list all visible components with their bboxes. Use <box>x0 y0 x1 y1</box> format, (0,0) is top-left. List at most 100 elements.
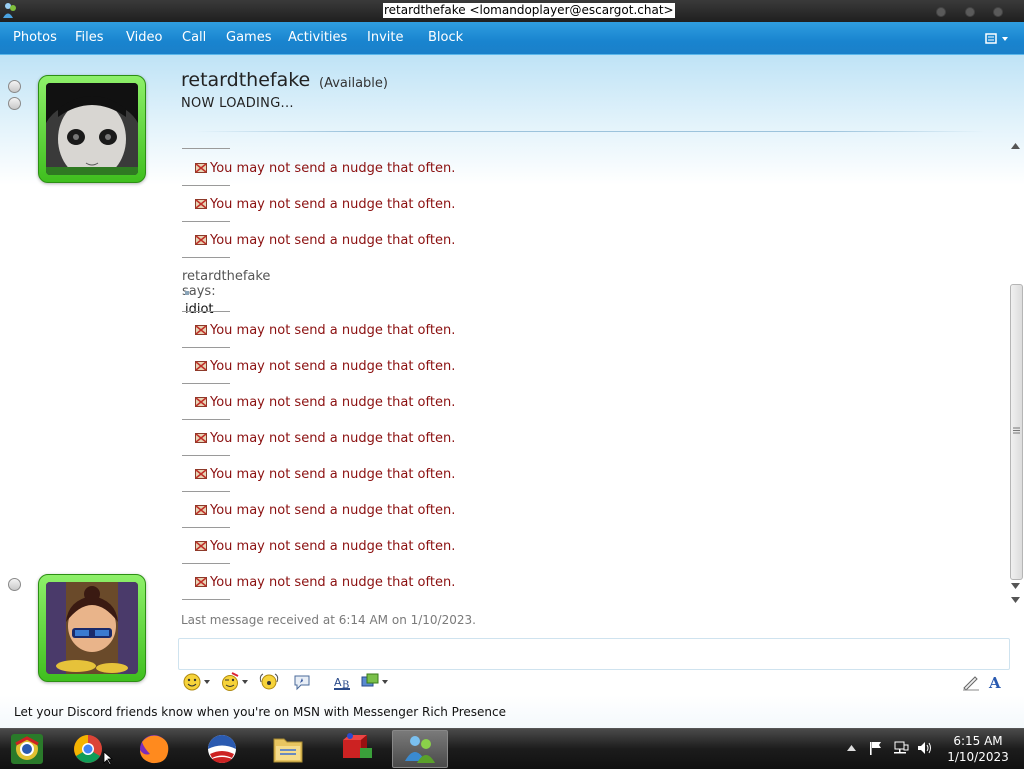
menu-activities[interactable]: Activities <box>288 30 347 46</box>
taskbar-explorer[interactable] <box>260 730 316 768</box>
nudge-notice: You may not send a nudge that often. <box>195 196 455 214</box>
minimize-button[interactable] <box>936 7 946 17</box>
nudge-text: You may not send a nudge that often. <box>210 359 456 374</box>
contact-avatar-frame[interactable] <box>38 75 146 183</box>
contact-personal-message: NOW LOADING... <box>181 96 294 111</box>
taskbar-messenger[interactable] <box>392 730 448 768</box>
taskbar-firefox[interactable] <box>126 730 182 768</box>
obama-icon <box>208 735 236 763</box>
menu-call[interactable]: Call <box>182 30 206 46</box>
svg-text:A: A <box>988 674 1001 692</box>
font-icon[interactable]: AB <box>333 672 353 692</box>
chevron-down-icon[interactable] <box>242 680 248 684</box>
collapse-contact-icon[interactable] <box>8 80 21 93</box>
menu-bar: Photos Files Video Call Games Activities… <box>0 22 1024 55</box>
nudge-text: You may not send a nudge that often. <box>210 503 456 518</box>
flag-icon[interactable] <box>869 741 883 755</box>
menu-video[interactable]: Video <box>126 30 162 46</box>
separator <box>182 491 230 492</box>
nudge-button-icon[interactable] <box>292 672 312 692</box>
taskbar-obama-app[interactable] <box>194 730 250 768</box>
nudge-icon <box>195 469 207 479</box>
network-icon[interactable] <box>893 741 909 755</box>
nudge-icon <box>195 577 207 587</box>
text-mode-icon[interactable]: A <box>986 672 1006 692</box>
input-toolbar: AB A <box>178 669 1008 695</box>
contact-options-icon[interactable] <box>8 97 21 110</box>
show-hidden-icons-icon[interactable] <box>847 745 856 751</box>
collapse-self-icon[interactable] <box>8 578 21 591</box>
chrome-icon <box>74 735 114 766</box>
contact-name: retardthefake <box>181 69 311 91</box>
message-input[interactable] <box>178 638 1010 670</box>
nudge-notice: You may not send a nudge that often. <box>195 394 455 412</box>
explorer-icon <box>273 738 303 763</box>
scroll-up-icon[interactable] <box>1011 143 1020 149</box>
taskbar: 6:15 AM 1/10/2023 <box>0 728 1024 769</box>
nudge-icon <box>195 361 207 371</box>
nudge-notice: You may not send a nudge that often. <box>195 466 455 484</box>
chrome-old-icon <box>11 734 43 764</box>
separator <box>182 563 230 564</box>
menu-games[interactable]: Games <box>226 30 271 46</box>
handwriting-icon[interactable] <box>961 672 981 692</box>
nudge-notice: You may not send a nudge that often. <box>195 574 455 592</box>
nudge-notice: You may not send a nudge that often. <box>195 430 455 448</box>
menu-invite[interactable]: Invite <box>367 30 403 46</box>
separator <box>182 455 230 456</box>
menu-files[interactable]: Files <box>75 30 104 46</box>
wink-icon[interactable] <box>220 672 240 692</box>
system-clock[interactable]: 6:15 AM 1/10/2023 <box>945 733 1011 765</box>
conversation-pane <box>0 55 1024 728</box>
taskbar-chrome-old[interactable] <box>0 730 56 768</box>
nudge-text: You may not send a nudge that often. <box>210 575 456 590</box>
maximize-button[interactable] <box>965 7 975 17</box>
taskbar-chrome[interactable] <box>60 730 116 768</box>
options-menu-icon[interactable] <box>984 31 1010 47</box>
separator <box>182 185 230 186</box>
chat-message-text: idiot <box>185 302 214 317</box>
separator <box>182 311 230 312</box>
nudge-text: You may not send a nudge that often. <box>210 161 456 176</box>
nudge-text: You may not send a nudge that often. <box>210 197 456 212</box>
contact-avatar <box>46 83 138 175</box>
window-title: retardthefake <lomandoplayer@escargot.ch… <box>383 3 675 18</box>
user-avatar-frame[interactable] <box>38 574 146 682</box>
separator <box>182 257 230 258</box>
nudge-icon <box>195 199 207 209</box>
volume-icon[interactable] <box>917 741 933 755</box>
nudge-text: You may not send a nudge that often. <box>210 539 456 554</box>
nudge-icon <box>195 325 207 335</box>
nudge-text: You may not send a nudge that often. <box>210 233 456 248</box>
chevron-down-icon[interactable] <box>204 680 210 684</box>
separator <box>182 148 230 149</box>
scroll-down-icon[interactable] <box>1011 597 1020 603</box>
voice-clip-icon[interactable] <box>259 672 279 692</box>
menu-photos[interactable]: Photos <box>13 30 57 46</box>
background-icon[interactable] <box>360 672 380 692</box>
paint-icon <box>343 733 372 758</box>
nudge-icon <box>195 541 207 551</box>
messenger-icon <box>405 736 435 763</box>
nudge-icon <box>195 505 207 515</box>
header-divider <box>195 131 985 132</box>
emoticon-icon[interactable] <box>182 672 202 692</box>
nudge-notice: You may not send a nudge that often. <box>195 322 455 340</box>
chevron-down-icon[interactable] <box>382 680 388 684</box>
taskbar-paint[interactable] <box>326 730 382 768</box>
menu-block[interactable]: Block <box>428 30 463 46</box>
contact-status: (Available) <box>319 76 388 91</box>
nudge-notice: You may not send a nudge that often. <box>195 538 455 556</box>
scroll-thumb[interactable] <box>1010 284 1023 580</box>
close-button[interactable] <box>993 7 1003 17</box>
user-avatar-image <box>46 582 138 674</box>
separator <box>182 383 230 384</box>
contact-avatar-image <box>46 83 138 175</box>
clock-date: 1/10/2023 <box>947 750 1009 764</box>
title-bar: retardthefake <lomandoplayer@escargot.ch… <box>0 0 1024 22</box>
separator <box>182 419 230 420</box>
separator <box>182 347 230 348</box>
ad-banner-text[interactable]: Let your Discord friends know when you'r… <box>14 705 506 719</box>
bullet-icon <box>185 291 189 295</box>
scroll-down-icon[interactable] <box>1011 583 1020 589</box>
